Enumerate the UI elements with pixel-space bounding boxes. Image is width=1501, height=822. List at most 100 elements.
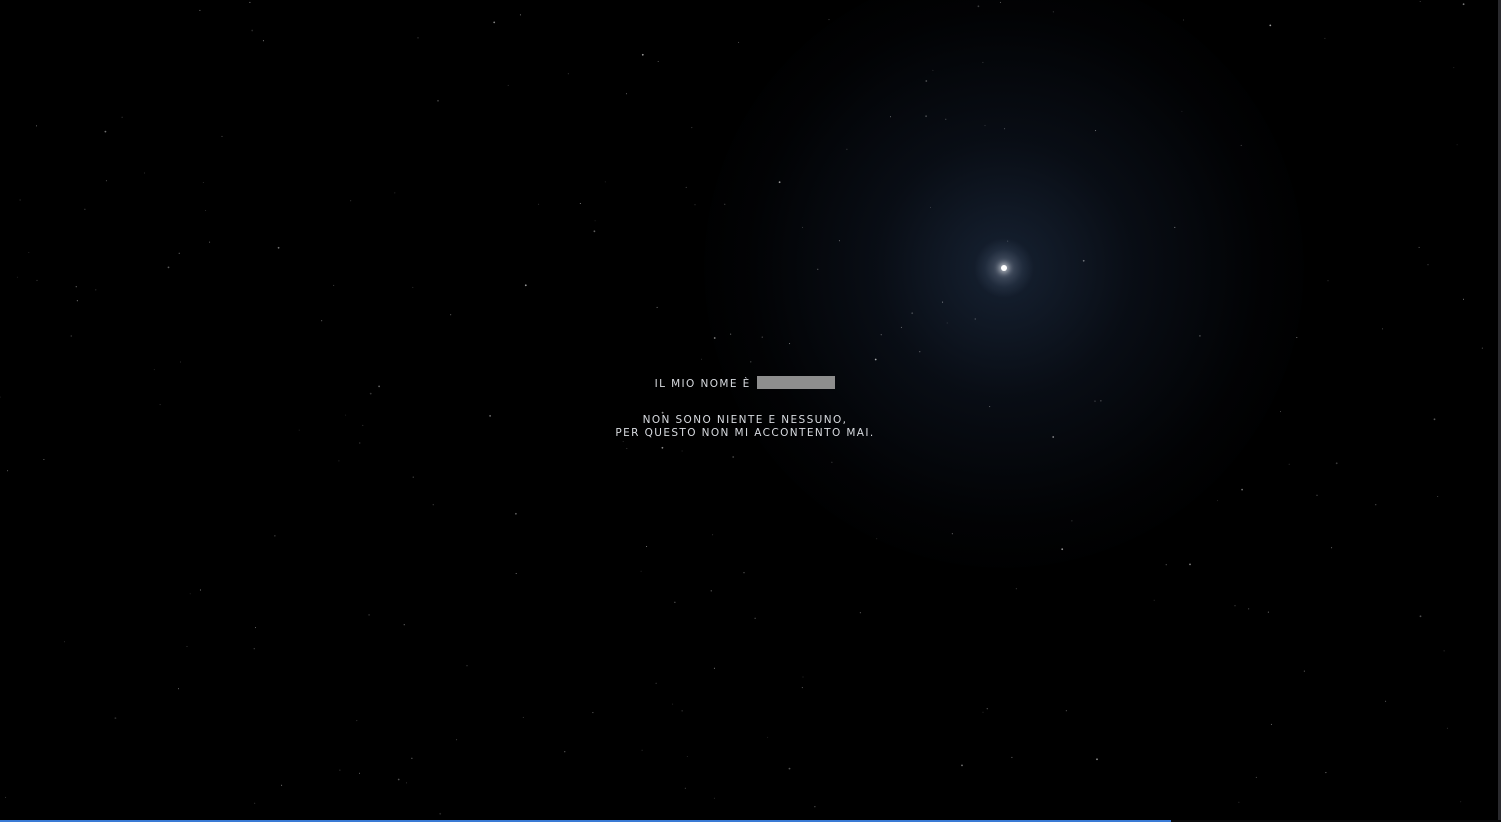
background-star [681,710,683,712]
background-star [7,470,9,472]
background-star [1419,1,1421,2]
background-star [249,1,251,3]
background-star [831,461,833,463]
background-star [788,767,791,770]
background-star [730,333,732,335]
background-star [925,80,928,82]
background-star [641,749,643,751]
background-star [350,200,352,202]
background-star [456,739,458,741]
background-star [710,590,712,592]
background-star [961,764,963,767]
background-star [159,404,161,406]
background-star [1183,19,1184,21]
background-star [1082,259,1085,262]
background-star [738,41,740,43]
background-star [411,757,413,759]
background-star [5,796,7,798]
background-star [515,512,517,515]
background-star [1052,11,1054,13]
background-star [1199,335,1201,337]
background-star [686,756,688,757]
background-star [412,476,414,478]
background-star [1385,700,1387,702]
background-star [890,116,891,118]
background-star [828,19,830,21]
background-star [489,415,491,417]
background-star [713,797,715,799]
background-star [412,286,414,288]
background-star [362,424,364,426]
background-star [674,601,676,603]
background-star [507,84,509,86]
background-star [1446,727,1448,729]
background-star [1267,611,1269,613]
background-star [1153,599,1155,601]
background-star [1427,264,1429,266]
background-star [1061,548,1064,551]
background-star [199,9,201,11]
background-star [202,182,204,183]
background-star [369,392,372,395]
background-star [144,172,145,174]
background-star [789,343,791,345]
background-star [368,614,370,616]
background-star [359,442,361,444]
background-star [205,210,207,211]
background-star [394,192,396,194]
background-star [724,203,726,205]
background-star [406,782,407,784]
background-star [64,641,65,643]
background-star [338,460,340,462]
background-star [251,29,254,32]
background-star [761,336,763,338]
background-star [930,206,931,208]
background-star [932,69,934,71]
background-star [1316,494,1318,496]
background-star [105,180,107,182]
background-star [524,284,527,287]
background-star [859,612,861,614]
background-star [1241,488,1243,491]
background-star [378,385,380,388]
background-star [911,312,914,315]
background-star [743,572,745,574]
background-star [1462,3,1465,6]
background-star [802,676,804,678]
background-star [1437,496,1439,497]
background-star [450,314,452,316]
background-star [1065,710,1067,712]
tagline-line-1: NON SONO NIENTE E NESSUNO, [642,414,848,426]
background-star [19,199,21,201]
background-star [1335,462,1338,465]
background-star [685,186,687,188]
background-star [900,326,902,328]
background-star [925,115,927,118]
background-star [1456,144,1458,146]
background-star [277,246,280,249]
background-star [345,414,347,416]
background-star [982,61,984,63]
background-star [1296,337,1298,338]
background-star [439,812,442,815]
background-star [493,21,496,24]
background-star [16,276,18,278]
background-star [1071,520,1073,522]
bright-star-icon [1001,265,1007,271]
background-star [359,772,360,774]
background-star [657,61,659,62]
background-star [1007,240,1009,242]
background-star [1463,298,1464,300]
background-star [876,538,878,540]
background-star [43,459,45,460]
background-star [984,125,986,127]
background-star [982,711,984,713]
background-star [298,429,300,431]
background-star [646,546,648,547]
background-star [1418,246,1420,248]
background-star [104,130,107,133]
tagline: NON SONO NIENTE E NESSUNO, PER QUESTO NO… [560,414,930,440]
background-star [1165,564,1167,566]
background-star [1269,24,1272,27]
name-prefix: IL MIO NOME È [654,378,751,390]
